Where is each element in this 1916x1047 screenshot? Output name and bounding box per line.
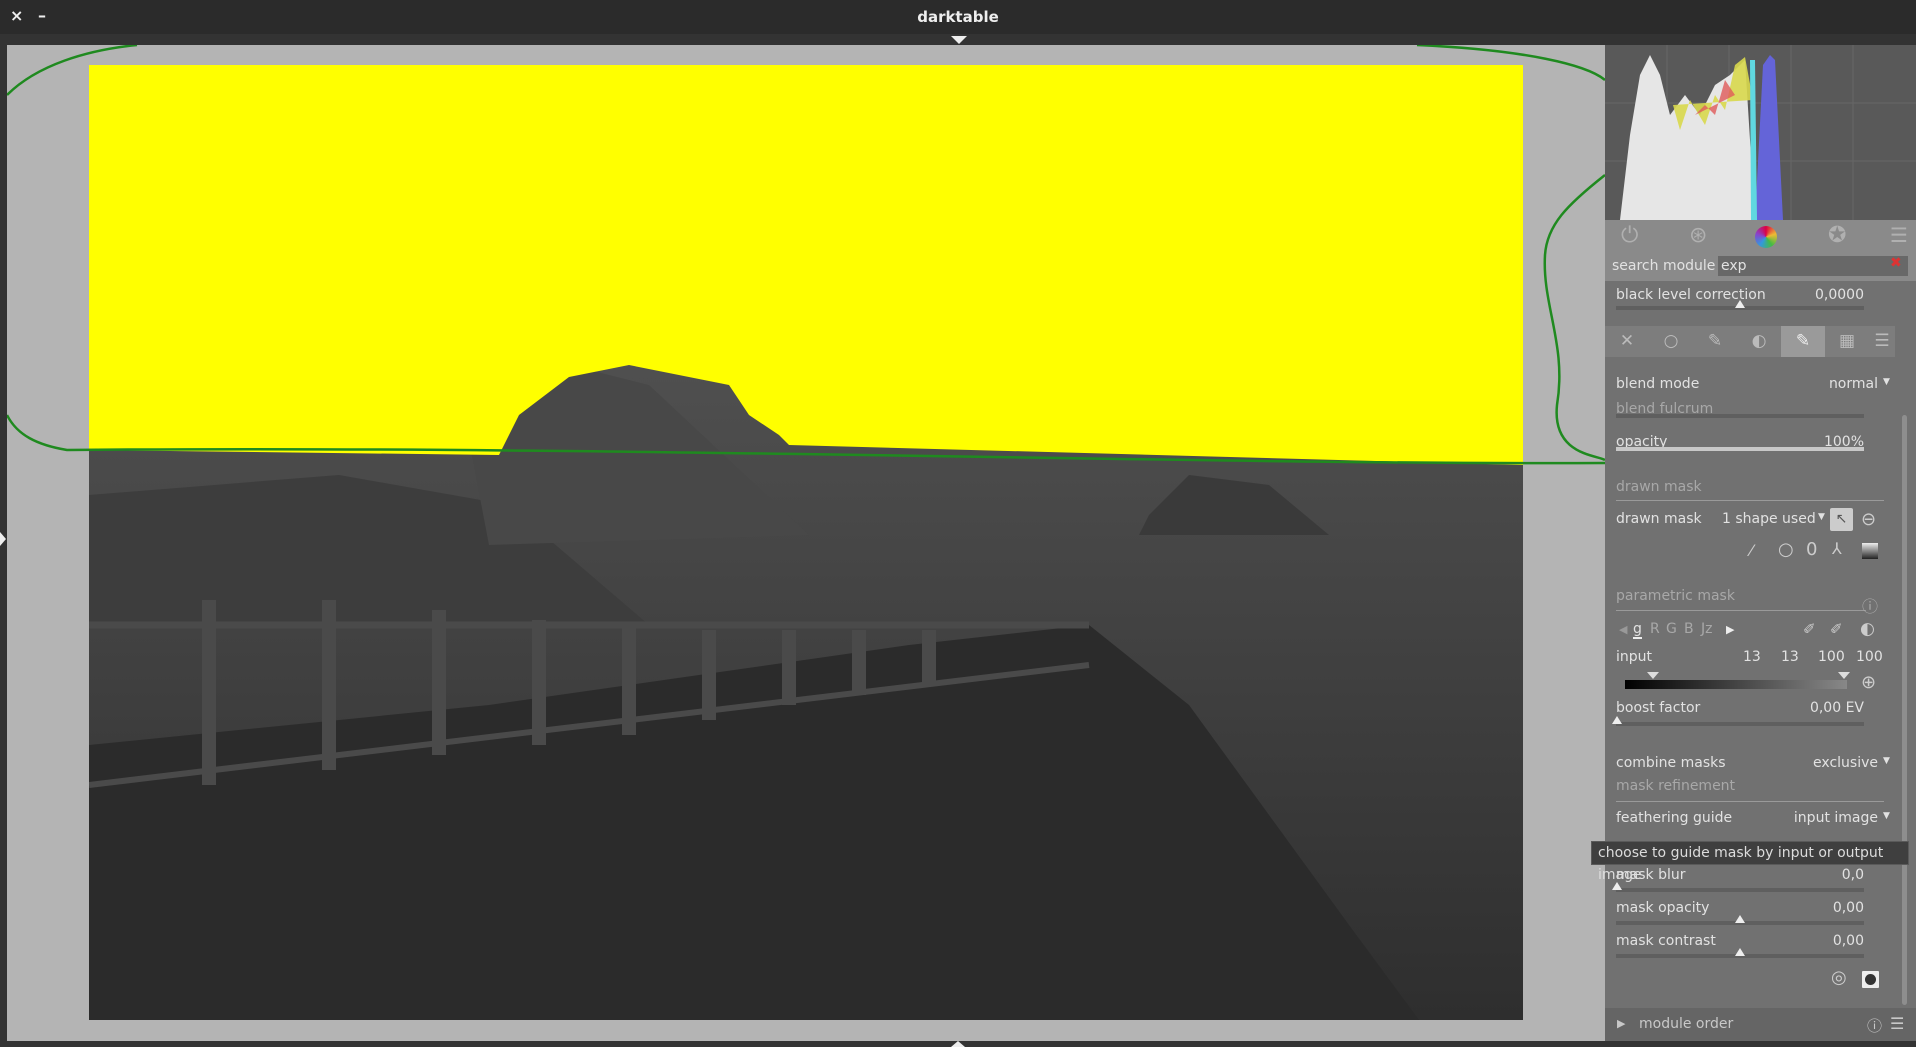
circle-shape-icon[interactable]: ○ [1778, 539, 1794, 560]
module-group-bar: ⏻ ⊛ ✪ ☰ [1605, 220, 1916, 253]
ellipse-shape-icon[interactable]: 0 [1806, 539, 1817, 560]
drawn-mask-label: drawn mask [1616, 511, 1702, 527]
color-picker-set-icon[interactable]: ✐ [1830, 620, 1843, 638]
divider [1616, 801, 1884, 802]
mask-refinement-header: mask refinement [1616, 778, 1736, 794]
gradient-shape-icon[interactable] [1862, 543, 1878, 559]
input-value-1: 13 [1743, 649, 1761, 665]
left-panel-toggle-icon[interactable] [0, 532, 6, 546]
base-group-icon[interactable]: ⊛ [1689, 223, 1707, 248]
presets-menu-icon[interactable]: ☰ [1890, 1014, 1904, 1033]
black-level-slider[interactable] [1616, 300, 1864, 310]
histogram[interactable] [1605, 45, 1916, 220]
blend-mode-label: blend mode [1616, 376, 1700, 392]
blend-mode-select[interactable]: normal [1829, 376, 1878, 392]
combine-masks-select[interactable]: exclusive [1813, 755, 1878, 771]
search-module-label: search module [1612, 258, 1716, 274]
expand-arrow-icon[interactable]: ▶ [1617, 1017, 1625, 1030]
uniform-tab[interactable]: ○ [1649, 326, 1693, 357]
input-label: input [1616, 649, 1653, 665]
module-order-label: module order [1639, 1016, 1734, 1032]
module-order-header[interactable]: ▶ module order ⓘ ☰ [1605, 1008, 1916, 1041]
power-icon[interactable]: ⏻ [1621, 223, 1638, 248]
mask-blur-value: 0,0 [1841, 867, 1864, 883]
input-value-3: 100 [1818, 649, 1845, 665]
right-panel: ⏻ ⊛ ✪ ☰ search module exp ✖ black level … [1605, 45, 1916, 1041]
search-module-row: search module exp ✖ [1605, 253, 1916, 281]
color-group-icon[interactable] [1755, 226, 1777, 248]
range-marker[interactable] [1838, 672, 1850, 679]
effects-group-icon[interactable]: ✪ [1828, 223, 1846, 248]
next-channel-icon[interactable]: ▶ [1726, 623, 1734, 636]
boost-factor-label: boost factor [1616, 700, 1701, 716]
blend-presets-icon[interactable]: ☰ [1869, 326, 1895, 357]
input-value-2: 13 [1781, 649, 1799, 665]
parametric-mask-header: parametric mask [1616, 588, 1735, 604]
info-icon[interactable]: ⓘ [1867, 1015, 1882, 1036]
mask-opacity-value: 0,00 [1832, 900, 1864, 916]
title-bar: × – darktable [0, 0, 1916, 34]
chevron-down-icon[interactable]: ▼ [1883, 377, 1890, 387]
mask-contrast-value: 0,00 [1832, 933, 1864, 949]
mask-contrast-slider[interactable] [1616, 948, 1864, 958]
path-shape-icon[interactable]: ⅄ [1832, 539, 1842, 558]
feathering-guide-select[interactable]: input image [1794, 810, 1878, 826]
blend-fulcrum-slider[interactable] [1616, 414, 1864, 418]
invert-polarity-icon[interactable]: ◐ [1860, 619, 1875, 639]
combine-masks-label: combine masks [1616, 755, 1726, 771]
bottom-panel-toggle-icon[interactable] [951, 1041, 965, 1047]
channel-tab-G[interactable]: G [1666, 621, 1677, 637]
top-panel-toggle-icon[interactable] [951, 36, 967, 44]
divider [1616, 500, 1884, 501]
chevron-down-icon[interactable]: ▼ [1883, 811, 1890, 821]
boost-factor-value: 0,00 EV [1809, 700, 1864, 716]
drawn-path-shape[interactable] [7, 45, 1605, 475]
brush-shape-icon[interactable]: ⁄ [1750, 541, 1753, 560]
mask-contrast-label: mask contrast [1616, 933, 1716, 949]
color-picker-icon[interactable]: ✐ [1803, 620, 1816, 638]
mask-opacity-label: mask opacity [1616, 900, 1710, 916]
range-marker[interactable] [1647, 672, 1659, 679]
chevron-down-icon[interactable]: ▼ [1883, 756, 1890, 766]
blend-off-tab[interactable]: ✕ [1605, 326, 1649, 357]
channel-tab-Jz[interactable]: Jz [1701, 621, 1712, 637]
drawn-mask-shapes-select[interactable]: 1 shape used [1722, 511, 1816, 527]
drawn-mask-header: drawn mask [1616, 479, 1702, 495]
chevron-down-icon[interactable]: ▼ [1818, 512, 1825, 522]
search-module-input[interactable]: exp [1718, 256, 1908, 276]
boost-factor-slider[interactable] [1612, 716, 1864, 726]
panel-scrollbar[interactable] [1902, 415, 1907, 1005]
info-icon[interactable]: ⓘ [1862, 593, 1878, 617]
divider [1616, 610, 1866, 611]
clear-search-icon[interactable]: ✖ [1890, 255, 1902, 271]
window-title: darktable [917, 8, 999, 26]
drawn-mask-tab[interactable]: ✎ [1693, 326, 1737, 357]
channel-tab-R[interactable]: R [1650, 621, 1660, 637]
blend-tabs: ✕ ○ ✎ ◐ ✎ ▦ ☰ [1605, 326, 1895, 357]
previous-channel-icon[interactable]: ◀ [1619, 623, 1627, 636]
remove-mask-icon[interactable]: ⊖ [1861, 509, 1876, 530]
channel-tab-g[interactable]: g [1633, 621, 1642, 639]
add-range-icon[interactable]: ⊕ [1861, 672, 1876, 693]
feathering-guide-label: feathering guide [1616, 810, 1733, 826]
mask-blur-slider[interactable] [1612, 882, 1864, 892]
black-level-value: 0,0000 [1815, 287, 1864, 303]
drawn-parametric-tab[interactable]: ✎ [1781, 326, 1825, 357]
display-mask-eye-icon[interactable]: ◎ [1831, 967, 1847, 988]
presets-menu-icon[interactable]: ☰ [1890, 223, 1908, 247]
channel-tab-B[interactable]: B [1684, 621, 1694, 637]
temporarily-disable-mask-icon[interactable] [1862, 971, 1879, 988]
opacity-slider[interactable] [1616, 447, 1864, 451]
input-value-4: 100 [1856, 649, 1883, 665]
input-range-gradient-slider[interactable] [1625, 680, 1847, 689]
mask-opacity-slider[interactable] [1616, 915, 1864, 925]
raster-mask-tab[interactable]: ▦ [1825, 326, 1869, 357]
edit-shapes-icon[interactable]: ↖ [1830, 508, 1853, 531]
tooltip: choose to guide mask by input or output … [1591, 841, 1909, 883]
parametric-mask-tab[interactable]: ◐ [1737, 326, 1781, 357]
